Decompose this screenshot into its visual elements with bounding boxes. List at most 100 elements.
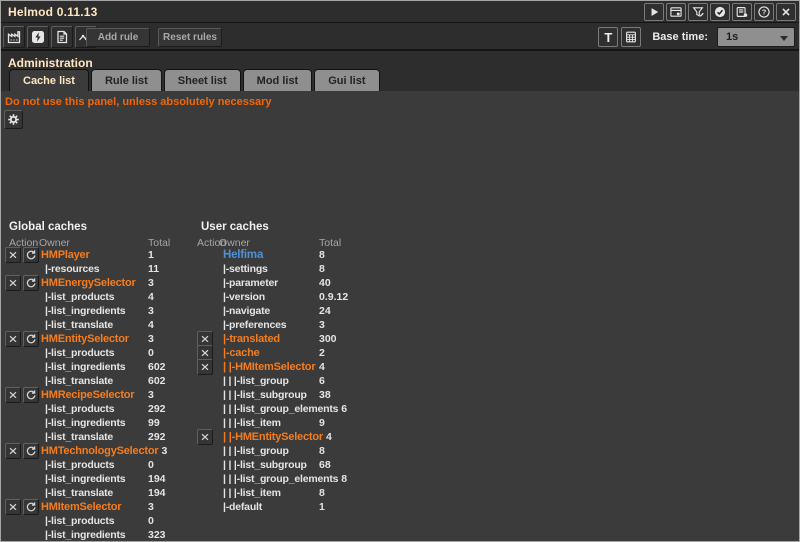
ui-settings-button[interactable] (666, 3, 686, 21)
refresh-cache-button[interactable] (23, 499, 39, 515)
title-bar: Helmod 0.11.13 ? (1, 1, 799, 23)
cache-owner: | | |-list_group_elements (223, 403, 341, 415)
cache-owner: |-resources (41, 263, 148, 275)
base-time-label: Base time: (652, 31, 708, 43)
reset-rules-button[interactable]: Reset rules (158, 28, 222, 47)
cache-row: |-list_ingredients602 (5, 360, 195, 374)
settings-gear-button[interactable] (4, 110, 23, 129)
user-cache-rows: Helfima8|-settings8|-parameter40|-versio… (197, 248, 377, 514)
sheet-button[interactable] (51, 26, 73, 48)
cache-owner: | | |-list_subgroup (223, 389, 319, 401)
cache-row: | | |-list_subgroup38 (197, 388, 377, 402)
cache-total: 4 (148, 291, 154, 303)
cache-row: HMPlayer1 (5, 248, 195, 262)
play-icon (647, 5, 661, 19)
cache-row: |-list_ingredients194 (5, 472, 195, 486)
calculator-button[interactable] (621, 27, 641, 47)
refresh-cache-button[interactable] (23, 387, 39, 403)
cache-owner: | |-HMItemSelector (223, 361, 319, 373)
list-settings-icon (735, 5, 749, 19)
cache-row: |-list_translate4 (5, 318, 195, 332)
cache-row: | | |-list_item9 (197, 416, 377, 430)
main-toolbar: Add rule Reset rules T Base time: 1s (1, 24, 799, 51)
cache-owner: HMTechnologySelector (41, 445, 161, 457)
refresh-cache-button[interactable] (23, 331, 39, 347)
cache-total: 292 (148, 431, 166, 443)
cache-owner: HMRecipeSelector (41, 389, 148, 401)
cache-owner: |-list_translate (41, 375, 148, 387)
delete-cache-button[interactable] (5, 331, 21, 347)
titlebar-buttons: ? (644, 3, 796, 21)
cache-owner: | | |-list_group (223, 375, 319, 387)
section-title: User caches (201, 221, 269, 233)
delete-cache-button[interactable] (197, 359, 213, 375)
tab-gui-list[interactable]: Gui list (314, 69, 379, 91)
cache-owner: |-settings (223, 263, 319, 275)
row-actions (197, 430, 223, 445)
cache-row: |-list_translate292 (5, 430, 195, 444)
filter-edit-button[interactable] (688, 3, 708, 21)
row-actions (197, 360, 223, 375)
cache-owner: |-list_ingredients (41, 417, 148, 429)
cache-row: | | |-list_group_elements8 (197, 472, 377, 486)
cache-owner: HMPlayer (41, 249, 148, 261)
cache-row: | | |-list_subgroup68 (197, 458, 377, 472)
refresh-cache-button[interactable] (23, 275, 39, 291)
delete-cache-button[interactable] (5, 247, 21, 263)
base-time-dropdown[interactable]: 1s (717, 27, 795, 47)
cache-row: Helfima8 (197, 248, 377, 262)
tab-cache-list[interactable]: Cache list (9, 69, 89, 91)
cache-total: 602 (148, 375, 166, 387)
delete-cache-button[interactable] (5, 387, 21, 403)
cache-total: 24 (319, 305, 331, 317)
check-circle-button[interactable] (710, 3, 730, 21)
cache-total: 3 (148, 305, 154, 317)
svg-text:?: ? (762, 8, 767, 17)
production-button[interactable] (3, 26, 25, 48)
delete-icon (7, 445, 19, 457)
tab-mod-list[interactable]: Mod list (243, 69, 313, 91)
cache-row: |-parameter40 (197, 276, 377, 290)
energy-button[interactable] (27, 26, 49, 48)
cache-owner: |-translated (223, 333, 319, 345)
delete-cache-button[interactable] (5, 443, 21, 459)
refresh-cache-button[interactable] (23, 247, 39, 263)
tab-sheet-list[interactable]: Sheet list (164, 69, 241, 91)
delete-cache-button[interactable] (5, 275, 21, 291)
list-settings-button[interactable] (732, 3, 752, 21)
refresh-icon (25, 277, 37, 289)
cache-total: 9 (319, 417, 325, 429)
cache-owner: |-list_ingredients (41, 361, 148, 373)
close-button[interactable] (776, 3, 796, 21)
production-icon (6, 29, 22, 45)
close-icon (779, 5, 793, 19)
cache-total: 99 (148, 417, 160, 429)
cache-row: |-translated300 (197, 332, 377, 346)
cache-row: | | |-list_item8 (197, 486, 377, 500)
play-button[interactable] (644, 3, 664, 21)
cache-row: |-list_ingredients323 (5, 528, 195, 542)
cache-total: 3 (148, 277, 154, 289)
cache-total: 194 (148, 473, 166, 485)
row-actions (5, 444, 41, 459)
delete-cache-button[interactable] (197, 429, 213, 445)
filter-edit-icon (691, 5, 705, 19)
add-rule-button[interactable]: Add rule (86, 28, 150, 47)
text-size-button[interactable]: T (598, 27, 618, 47)
help-icon: ? (757, 5, 771, 19)
cache-owner: | |-HMEntitySelector (223, 431, 326, 443)
cache-total: 3 (148, 501, 154, 513)
cache-total: 0.9.12 (319, 291, 348, 303)
cache-owner: HMEntitySelector (41, 333, 148, 345)
help-button[interactable]: ? (754, 3, 774, 21)
cache-owner: |-list_translate (41, 319, 148, 331)
nav-buttons (3, 26, 97, 48)
delete-cache-button[interactable] (5, 499, 21, 515)
tab-rule-list[interactable]: Rule list (91, 69, 162, 91)
cache-total: 8 (319, 249, 325, 261)
cache-total: 8 (341, 473, 347, 485)
cache-row: |-settings8 (197, 262, 377, 276)
cache-owner: |-list_ingredients (41, 305, 148, 317)
refresh-cache-button[interactable] (23, 443, 39, 459)
cache-row: |-navigate24 (197, 304, 377, 318)
